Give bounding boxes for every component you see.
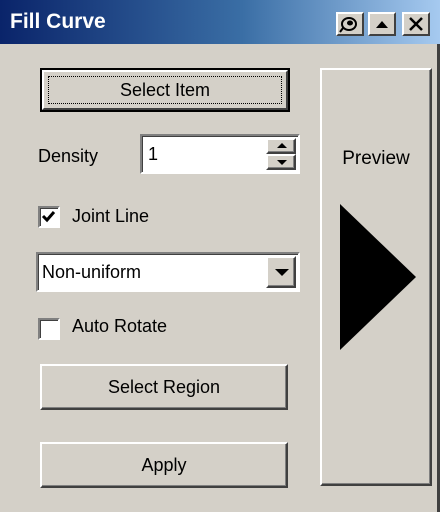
window-title: Fill Curve: [10, 10, 106, 33]
apply-button[interactable]: Apply: [40, 442, 288, 488]
auto-rotate-checkbox[interactable]: [38, 318, 60, 340]
density-value[interactable]: 1: [148, 144, 158, 165]
density-down-button[interactable]: [266, 154, 296, 170]
density-spinbox[interactable]: 1: [140, 134, 300, 174]
pin-button[interactable]: [336, 12, 364, 36]
mode-dropdown[interactable]: Non-uniform: [36, 252, 300, 292]
mode-dropdown-value: Non-uniform: [42, 262, 142, 282]
select-region-button[interactable]: Select Region: [40, 364, 288, 410]
chevron-down-icon: [275, 269, 289, 276]
auto-rotate-label: Auto Rotate: [72, 316, 168, 336]
down-arrow-icon: [277, 160, 287, 165]
select-region-label: Select Region: [107, 376, 221, 397]
joint-line-checkbox[interactable]: [38, 206, 60, 228]
mode-dropdown-button[interactable]: [266, 256, 296, 288]
minimize-button[interactable]: [368, 12, 396, 36]
fill-curve-window: Fill Curve Select Item Density 1 Joint L…: [0, 0, 440, 512]
preview-button[interactable]: Preview: [320, 68, 432, 486]
close-button[interactable]: [402, 12, 430, 36]
apply-label: Apply: [141, 454, 187, 475]
play-arrow-icon: [340, 204, 416, 350]
density-label: Density: [38, 146, 99, 166]
select-item-label: Select Item: [119, 79, 211, 100]
up-arrow-icon: [277, 143, 287, 148]
title-bar[interactable]: Fill Curve: [0, 0, 440, 44]
joint-line-label: Joint Line: [72, 206, 150, 226]
preview-label: Preview: [342, 148, 410, 169]
select-item-button[interactable]: Select Item: [40, 68, 290, 112]
density-up-button[interactable]: [266, 138, 296, 154]
